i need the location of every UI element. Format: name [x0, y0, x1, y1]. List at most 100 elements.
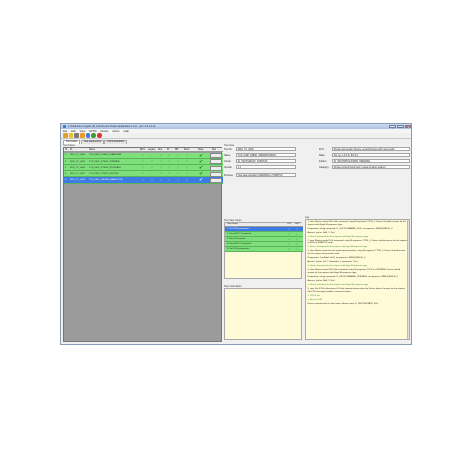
minimize-button[interactable]: _ [389, 124, 396, 129]
name-field[interactable]: TCS_ISDP_DRDR_OPERATIOSPAS [236, 153, 296, 158]
new-icon[interactable] [63, 133, 68, 138]
check-icon[interactable]: ✓ [151, 172, 153, 175]
log-scrollbar[interactable] [407, 220, 409, 339]
state-field[interactable]: ISL ver. 1.0.0 D. 8/1.0.0 [332, 153, 410, 158]
check-icon[interactable]: ✓ [142, 166, 144, 169]
category-label: Category [319, 166, 329, 169]
open-icon[interactable] [68, 133, 74, 138]
dut-label: DUT [319, 148, 324, 151]
check-icon[interactable]: ✓ [168, 172, 170, 175]
check-icon[interactable]: ✓ [177, 154, 179, 157]
row-name: TCS_ISDP_STEUP_PROTES [89, 172, 119, 175]
col-step-name[interactable]: Step Name [227, 223, 238, 225]
col-id[interactable]: ID [70, 149, 72, 151]
check-icon[interactable]: ✓ [160, 172, 162, 175]
col-out[interactable]: OUT [287, 223, 292, 225]
dut-field[interactable]: Device and Legacy Device, except Devices… [332, 147, 410, 152]
run-button[interactable] [210, 165, 222, 171]
test-cases-grid[interactable]: Nr. ID Name EDS Legacy Run ID IBF Runit … [63, 147, 223, 342]
col-legacy[interactable]: Legacy [148, 149, 155, 151]
check-icon[interactable]: ✓ [151, 154, 153, 157]
check-icon[interactable]: ✓ [296, 238, 298, 241]
check-icon[interactable]: ✓ [296, 248, 298, 251]
run-button[interactable] [210, 177, 222, 184]
close-button[interactable]: x [405, 124, 411, 129]
app-window: 1 Tele1Auto Insights (0) Link Device Tes… [60, 123, 412, 345]
maximize-button[interactable]: □ [397, 124, 404, 129]
state-check-icon: ✔ [199, 177, 204, 184]
check-icon[interactable]: ✓ [186, 172, 188, 175]
check-icon[interactable]: ✓ [160, 166, 162, 169]
run-button[interactable] [210, 159, 222, 165]
check-icon[interactable]: ✓ [296, 233, 298, 236]
tab-test-parameters[interactable]: Test parameters [80, 139, 104, 144]
check-icon[interactable]: ✓ [177, 179, 179, 182]
purpose-field[interactable]: Test state transition OPERATE to STARTUP [236, 173, 296, 178]
check-icon[interactable]: ✓ [168, 166, 170, 169]
check-icon[interactable]: ✓ [288, 233, 290, 236]
stop-icon[interactable] [97, 133, 102, 138]
category-field[interactable]: Device protocol level (test in pass dyna… [332, 165, 410, 170]
check-icon[interactable]: ✓ [186, 154, 188, 157]
tab-communication[interactable]: Communication [104, 139, 128, 144]
col-eds[interactable]: EDS [140, 149, 145, 151]
steps-list[interactable]: Step Name OUT SDF 1. Set DTH parameters … [224, 222, 303, 279]
info-icon[interactable] [85, 133, 91, 138]
check-icon[interactable]: ✓ [168, 154, 170, 157]
check-icon[interactable]: ✓ [288, 238, 290, 241]
check-icon[interactable]: ✓ [151, 160, 153, 163]
group-field[interactable]: IS_TESTGROUP_STARTUP [236, 159, 296, 164]
col-ibf[interactable]: IBF [175, 149, 179, 151]
row-id: DDD_TC_0006 [70, 154, 85, 157]
col-nr[interactable]: Nr. [65, 149, 68, 151]
test-cases-panel: Test Cases Nr. ID Name EDS Legacy Run ID… [63, 144, 223, 342]
check-icon[interactable]: ✓ [296, 228, 298, 231]
check-icon[interactable]: ✓ [168, 179, 170, 182]
version-field[interactable]: 1.1 [236, 165, 296, 170]
run-button[interactable] [210, 153, 222, 159]
check-icon[interactable]: ✓ [168, 160, 170, 163]
check-icon[interactable]: ✓ [177, 166, 179, 169]
test-id-field[interactable]: DDD_TC_0006 [236, 147, 296, 152]
step-name: 1. Set DTH parameters [227, 227, 250, 230]
check-icon[interactable]: ✓ [160, 179, 162, 182]
check-icon[interactable]: ✓ [177, 160, 179, 163]
log-entry: Preparation: Using command: IL_SDCICOMMA… [307, 227, 393, 230]
check-icon[interactable]: ✓ [177, 172, 179, 175]
check-icon[interactable]: ✓ [186, 166, 188, 169]
settings-icon[interactable] [74, 133, 79, 138]
check-icon[interactable]: ✓ [296, 243, 298, 246]
col-sdf[interactable]: SDF [295, 223, 299, 225]
run-button[interactable] [210, 171, 222, 177]
col-state[interactable]: State [198, 149, 203, 151]
table-row-selected[interactable]: 5 DDD_TC_0008 TCS_ISDP_ORDER_MANKUTUR ✓ … [64, 177, 223, 184]
log-entry: Answer: (value: NaN, Y: No.) [307, 231, 335, 234]
check-icon[interactable]: ✓ [142, 172, 144, 175]
check-icon[interactable]: ✓ [142, 160, 144, 163]
check-icon[interactable]: ✓ [160, 160, 162, 163]
check-icon[interactable]: ✓ [288, 248, 290, 251]
check-icon[interactable]: ✓ [160, 154, 162, 157]
step-info-box[interactable] [224, 288, 302, 340]
check-icon[interactable]: ✓ [186, 179, 188, 182]
check-icon[interactable]: ✓ [142, 179, 144, 182]
col-run[interactable]: Run [158, 149, 162, 151]
state-check-icon: ✔ [199, 158, 204, 165]
initial-field[interactable]: IS_TESTINITIALSTATE_OPERATE [332, 159, 410, 164]
check-icon[interactable]: ✓ [288, 228, 290, 231]
export-icon[interactable] [80, 133, 85, 138]
play-icon[interactable] [91, 133, 96, 138]
check-icon[interactable]: ✓ [288, 243, 290, 246]
log-panel[interactable]: 1. step: Master sends SDCI idle command,… [305, 219, 410, 340]
col-name[interactable]: Name [89, 149, 95, 151]
col-run2[interactable]: Run [212, 149, 216, 151]
col-id2[interactable]: ID [167, 149, 169, 151]
tab-test-cases[interactable]: Test cases [63, 139, 81, 144]
check-icon[interactable]: ✓ [186, 160, 188, 163]
log-entry: Device seemed to be in initial state. (d… [307, 302, 379, 305]
check-icon[interactable]: ✓ [142, 154, 144, 157]
check-icon[interactable]: ✓ [151, 179, 153, 182]
col-runit[interactable]: Runit [184, 149, 189, 151]
step-row[interactable]: 5. Set DTH parameters ✓ ✓ [225, 246, 303, 252]
check-icon[interactable]: ✓ [151, 166, 153, 169]
